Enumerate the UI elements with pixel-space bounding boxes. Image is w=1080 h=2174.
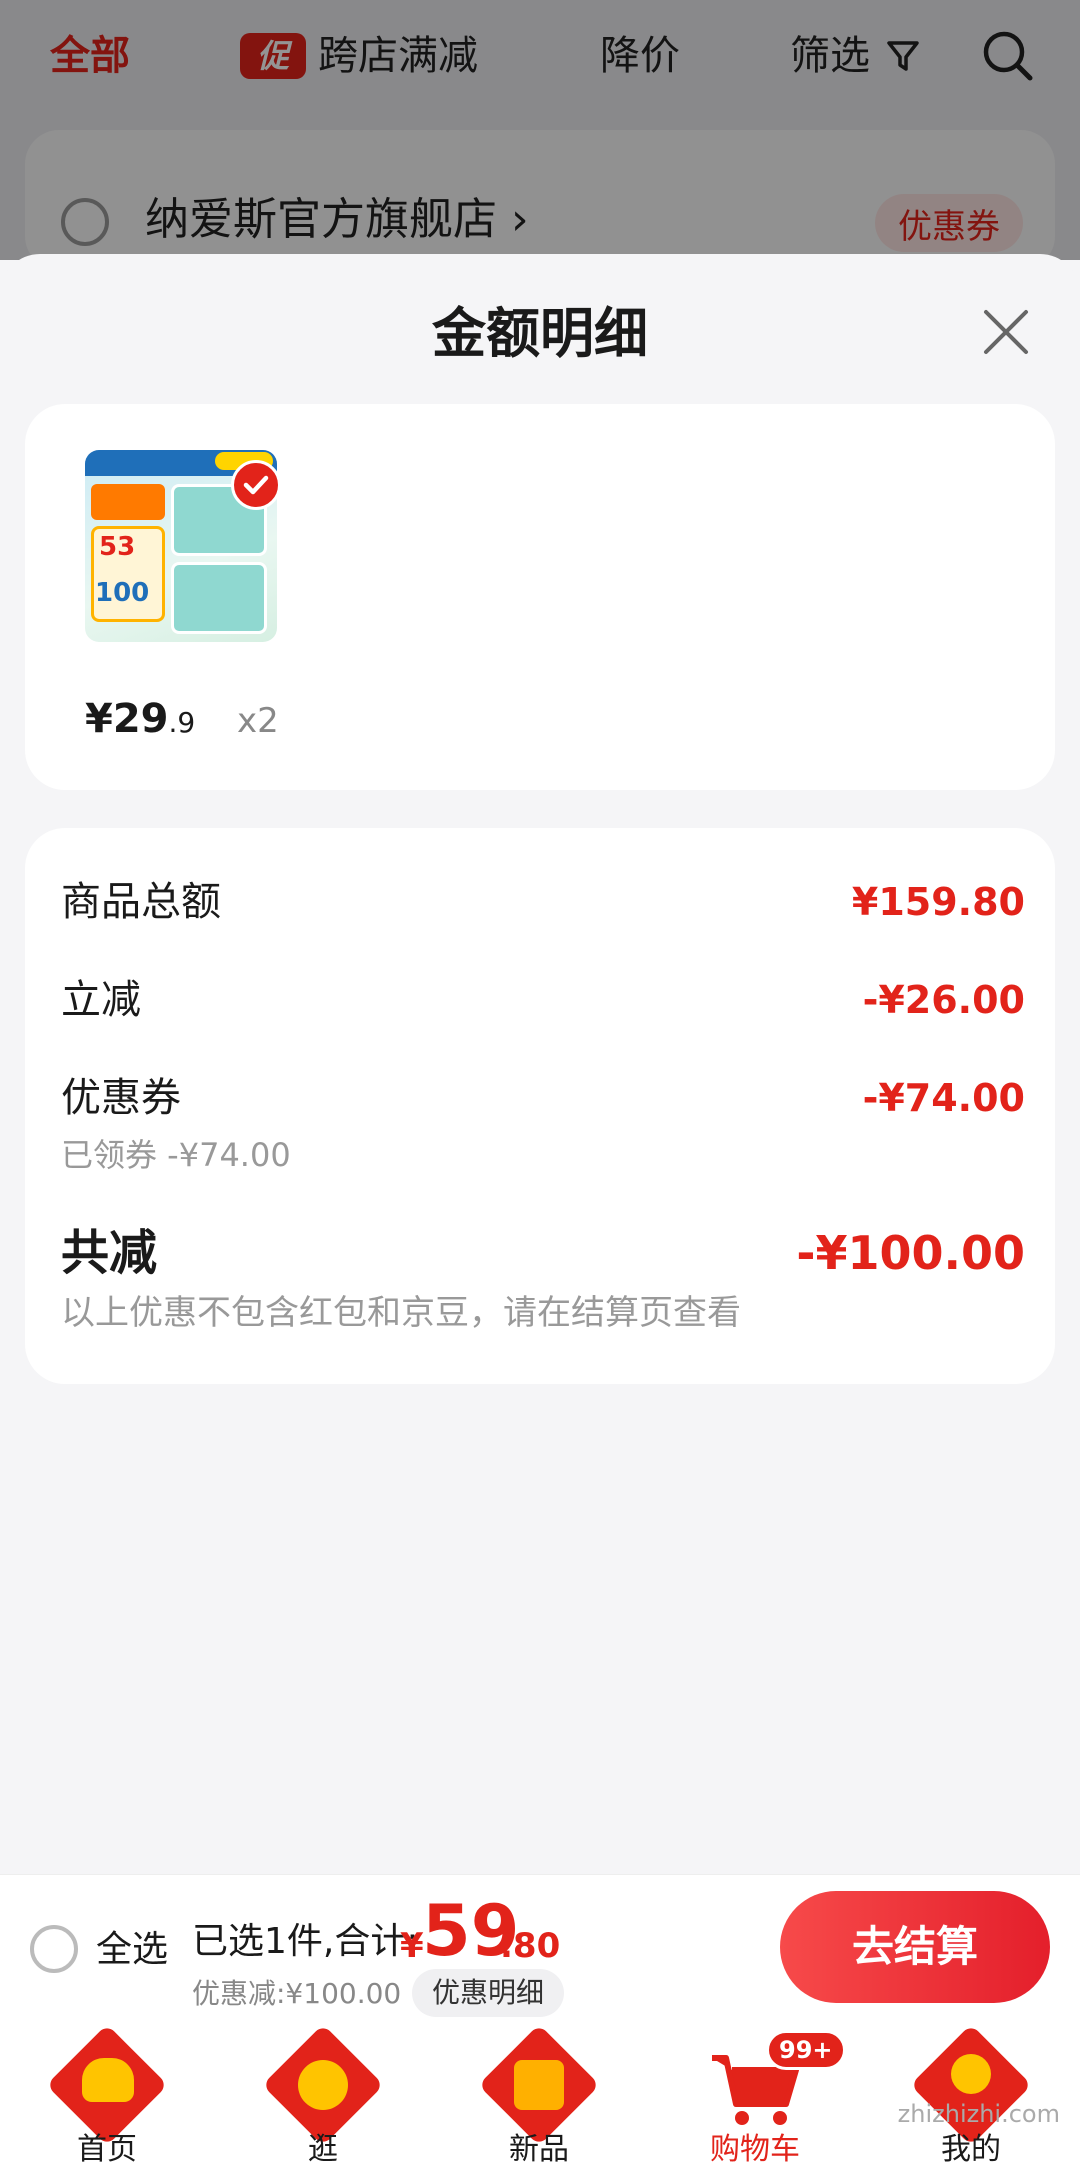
instant-discount-label: 立减 <box>61 977 141 1023</box>
total-discount-note: 以上优惠不包含红包和京豆，请在结算页查看 <box>61 1293 741 1333</box>
instant-discount-value: -¥26.00 <box>862 978 1025 1022</box>
product-card: 53 100 ¥29.9 x2 <box>25 404 1055 790</box>
coupon-claimed-note: 已领券 -¥74.00 <box>61 1136 291 1174</box>
checkout-button[interactable]: 去结算 <box>780 1891 1050 2003</box>
checkout-bar: 全选 已选1件,合计: ¥ 59 .80 优惠减:¥100.00 优惠明细 去结… <box>0 1874 1080 2024</box>
nav-home-label: 首页 <box>77 2132 137 2167</box>
amount-detail-sheet: 金额明细 53 100 ¥29.9 x2 商品总额 ¥159.80 立减 -¥2… <box>0 254 1080 1874</box>
nav-new[interactable]: 新品 <box>464 2024 614 2174</box>
product-quantity: x2 <box>237 701 279 741</box>
bottom-nav: 首页 逛 新品 99+ 购物车 我的 zhizhizhi.com <box>0 2024 1080 2174</box>
discount-detail-button[interactable]: 优惠明细 <box>412 1969 564 2017</box>
amount-detail-card: 商品总额 ¥159.80 立减 -¥26.00 优惠券 -¥74.00 已领券 … <box>25 828 1055 1384</box>
goods-total-label: 商品总额 <box>61 879 221 925</box>
total-discount-label: 共减 <box>61 1225 158 1281</box>
nav-cart[interactable]: 99+ 购物车 <box>680 2030 846 2174</box>
product-price: ¥29.9 <box>85 694 195 748</box>
check-icon <box>231 460 281 510</box>
sheet-title: 金额明细 <box>432 302 648 365</box>
nav-cart-label: 购物车 <box>710 2132 800 2167</box>
goods-total-value: ¥159.80 <box>851 880 1025 924</box>
total-currency: ¥ <box>400 1926 424 1966</box>
product-price-dec: .9 <box>168 706 196 739</box>
select-all-radio[interactable] <box>30 1925 78 1973</box>
discount-summary: 优惠减:¥100.00 <box>192 1977 402 2010</box>
nav-new-label: 新品 <box>509 2132 569 2167</box>
watermark: zhizhizhi.com <box>897 2100 1060 2128</box>
coupon-value: -¥74.00 <box>862 1076 1025 1120</box>
product-price-int: ¥29 <box>85 696 169 742</box>
dim-overlay[interactable] <box>0 0 1080 260</box>
nav-home[interactable]: 首页 <box>32 2024 182 2174</box>
selected-summary: 已选1件,合计: <box>192 1921 419 1962</box>
coupon-label: 优惠券 <box>61 1075 181 1121</box>
total-discount-value: -¥100.00 <box>796 1226 1025 1280</box>
select-all-label[interactable]: 全选 <box>96 1923 168 1977</box>
total-amount-dec: .80 <box>500 1926 561 1966</box>
nav-explore-label: 逛 <box>308 2132 338 2167</box>
nav-explore[interactable]: 逛 <box>248 2024 398 2174</box>
close-icon[interactable] <box>978 304 1034 360</box>
cart-count-badge: 99+ <box>766 2030 846 2070</box>
nav-me-label: 我的 <box>941 2132 1001 2167</box>
